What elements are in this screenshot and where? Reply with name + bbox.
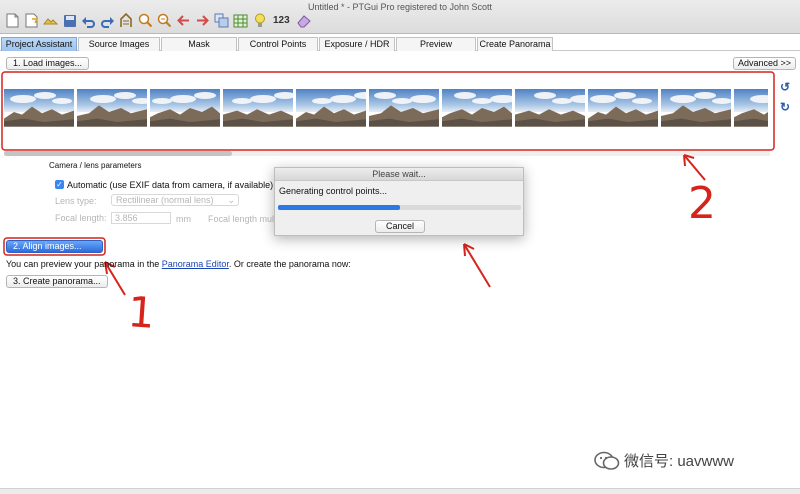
- annotation-overlay: [1, 71, 775, 296]
- focal-length-label: Focal length:: [55, 213, 107, 223]
- image-strip-highlight: [1, 71, 775, 151]
- panorama-editor-link[interactable]: Panorama Editor: [162, 259, 229, 269]
- arrow-three: [463, 243, 491, 288]
- progress-fill: [278, 205, 400, 210]
- dialog-message: Generating control points...: [279, 186, 388, 196]
- preview-hint-before: You can preview your panorama in the: [6, 259, 160, 269]
- focal-length-field[interactable]: 3.856: [111, 212, 171, 224]
- watermark-text: 微信号: uavwww: [624, 453, 735, 470]
- create-panorama-button[interactable]: 3. Create panorama...: [6, 275, 108, 288]
- please-wait-dialog: Please wait... Generating control points…: [274, 167, 524, 236]
- preview-hint: You can preview your panorama in the Pan…: [6, 259, 351, 269]
- align-images-button[interactable]: 2. Align images...: [6, 240, 103, 253]
- exif-checkbox-label: Automatic (use EXIF data from camera, if…: [67, 180, 274, 190]
- focal-length-unit: mm: [176, 214, 191, 224]
- lens-type-label: Lens type:: [55, 196, 97, 206]
- progress-bar: [278, 205, 521, 210]
- focal-multiplier-label: Focal length multi: [208, 214, 274, 224]
- wechat-icon: [594, 451, 620, 470]
- annotation-label-two: 2: [688, 178, 716, 229]
- dialog-title: Please wait...: [275, 168, 523, 181]
- exif-checkbox[interactable]: ✓: [55, 180, 64, 189]
- watermark: 微信号: uavwww: [594, 450, 734, 471]
- camera-section-heading: Camera / lens parameters: [49, 161, 142, 170]
- chevron-updown-icon: ⌄: [227, 195, 235, 205]
- bottom-rule: [0, 488, 800, 494]
- arrow-two: [683, 154, 706, 181]
- lens-type-select[interactable]: Rectilinear (normal lens) ⌄: [111, 194, 239, 206]
- cancel-button[interactable]: Cancel: [375, 220, 425, 233]
- lens-type-value: Rectilinear (normal lens): [116, 195, 214, 205]
- preview-hint-after: . Or create the panorama now:: [228, 259, 351, 269]
- annotation-label-one: 1: [126, 287, 157, 338]
